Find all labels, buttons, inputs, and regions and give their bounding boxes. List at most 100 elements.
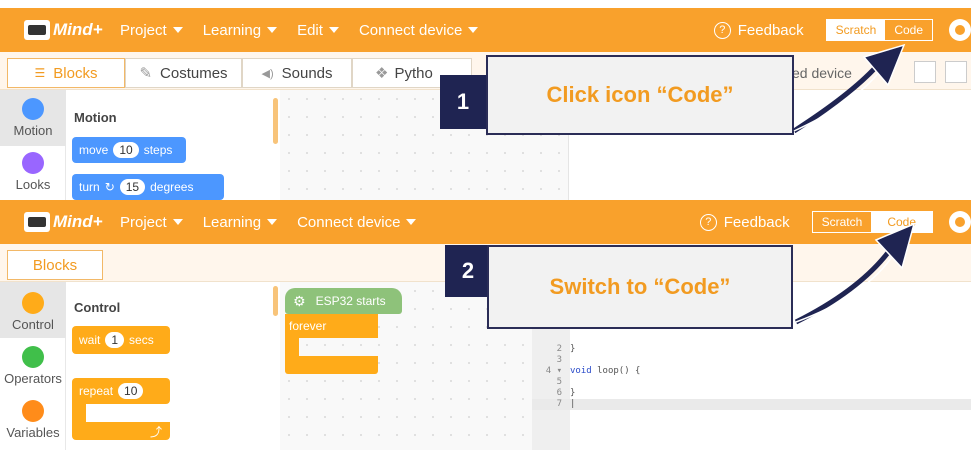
menu-project[interactable]: Project	[120, 214, 183, 231]
tab-sounds-label: Sounds	[281, 64, 333, 82]
caret-down-icon	[267, 219, 278, 225]
block-text: degrees	[150, 180, 194, 194]
category-list: Control Operators Variables	[0, 282, 66, 450]
category-motion[interactable]: Motion	[0, 90, 66, 146]
code-line-current: 7 |	[532, 399, 971, 410]
code-text: loop() {	[591, 366, 641, 376]
category-list: Motion Looks	[0, 90, 66, 200]
code-mode-button[interactable]: Code	[885, 20, 932, 40]
menu-edit[interactable]: Edit	[297, 22, 339, 39]
pointer-arrow-icon	[792, 43, 906, 134]
caret-down-icon	[267, 27, 278, 33]
wait-secs-block[interactable]: wait 1 secs	[72, 326, 170, 354]
code-editor[interactable]: 2} 3 4 ▾ void loop() { 5 6} 7 |	[532, 328, 971, 450]
menu-connect-device[interactable]: Connect device	[297, 213, 417, 231]
brand-name: Mind+	[53, 20, 103, 39]
caret-down-icon	[468, 27, 479, 33]
fullscreen-button[interactable]	[945, 61, 967, 83]
code-line: 6}	[532, 388, 971, 399]
menu-connect-label: Connect device	[297, 213, 401, 231]
mode-toggle: Scratch Code	[825, 19, 933, 41]
block-text: wait	[79, 333, 101, 347]
chip-icon: ⚙	[293, 292, 306, 309]
help-icon: ?	[713, 21, 731, 39]
caret-down-icon	[172, 219, 183, 225]
steps-input[interactable]: 10	[113, 142, 139, 158]
menu-learning-label: Learning	[202, 21, 262, 39]
caret-down-icon	[328, 27, 339, 33]
category-control-label: Control	[12, 317, 54, 332]
line-number: 6	[556, 388, 562, 398]
category-operators-label: Operators	[4, 371, 62, 386]
main-menu: Project Learning Edit Connect device	[120, 22, 498, 39]
move-steps-block[interactable]: move 10 steps	[72, 137, 186, 163]
menu-connect-label: Connect device	[358, 21, 463, 39]
brush-icon: ✎	[139, 65, 153, 82]
repeat-block-footer: ⤴	[72, 422, 170, 440]
category-looks-label: Looks	[15, 177, 51, 192]
block-text: secs	[129, 333, 154, 347]
category-looks[interactable]: Looks	[0, 152, 66, 200]
menu-edit-label: Edit	[297, 21, 323, 39]
tab-sounds[interactable]: ◀) Sounds	[242, 58, 352, 88]
caret-down-icon	[172, 27, 183, 33]
turn-degrees-block[interactable]: turn ↻ 15 degrees	[72, 174, 224, 200]
tab-blocks[interactable]: Blocks	[7, 250, 103, 280]
block-palette: Motion move 10 steps turn ↻ 15 degrees	[66, 90, 280, 200]
category-motion-label: Motion	[13, 123, 53, 138]
esp32-start-hat-block[interactable]: ⚙ ESP32 starts	[285, 288, 402, 314]
category-operators[interactable]: Operators	[0, 346, 66, 396]
forever-block-footer	[285, 356, 378, 374]
menu-project-label: Project	[120, 213, 167, 231]
repeat-count-input[interactable]: 10	[118, 383, 144, 399]
forever-block[interactable]: forever	[285, 314, 378, 338]
code-keyword: void	[570, 366, 592, 376]
forever-block-arm	[285, 338, 299, 356]
degrees-input[interactable]: 15	[119, 179, 146, 195]
help-icon: ?	[699, 213, 717, 231]
forever-block-label: forever	[289, 319, 327, 333]
repeat-block-arm	[72, 404, 86, 422]
gear-icon[interactable]	[949, 211, 971, 233]
control-dot-icon	[22, 292, 44, 314]
palette-scrollbar[interactable]	[273, 98, 278, 144]
menu-learning[interactable]: Learning	[203, 214, 278, 231]
tab-costumes[interactable]: ✎ Costumes	[125, 58, 242, 88]
feedback-label: Feedback	[737, 21, 804, 39]
palette-title: Motion	[74, 110, 117, 125]
python-icon: ❖	[375, 65, 389, 82]
scratch-mode-button[interactable]: Scratch	[826, 20, 886, 40]
mindplus-logo[interactable]: Mind+	[24, 212, 120, 232]
menu-connect-device[interactable]: Connect device	[358, 21, 479, 39]
operators-dot-icon	[22, 346, 44, 368]
instruction-callout: Click icon “Code”	[486, 55, 794, 135]
caret-down-icon	[406, 219, 417, 225]
feedback-label: Feedback	[723, 213, 790, 231]
category-variables[interactable]: Variables	[0, 400, 66, 450]
block-palette: Control wait 1 secs repeat 10 ⤴	[66, 282, 280, 450]
mindplus-logo[interactable]: Mind+	[24, 20, 120, 40]
looks-dot-icon	[22, 152, 44, 174]
feedback-button[interactable]: ? Feedback	[699, 213, 790, 231]
code-line: 3	[532, 355, 971, 366]
menu-project[interactable]: Project	[120, 22, 183, 39]
category-variables-label: Variables	[6, 425, 60, 440]
line-number: 5	[556, 377, 562, 387]
tab-blocks[interactable]: ☰ Blocks	[7, 58, 125, 88]
block-text: repeat	[79, 384, 114, 398]
secs-input[interactable]: 1	[105, 332, 125, 348]
feedback-button[interactable]: ? Feedback	[713, 21, 804, 39]
line-number: 3	[556, 355, 562, 365]
hat-block-label: ESP32 starts	[315, 294, 386, 308]
loop-arrow-icon: ⤴	[149, 425, 162, 439]
code-line: 5	[532, 377, 971, 388]
gear-icon[interactable]	[949, 19, 971, 41]
repeat-block[interactable]: repeat 10	[72, 378, 170, 404]
screenshot-step-1: Mind+ Project Learning Edit Connect devi…	[0, 0, 971, 200]
palette-scrollbar[interactable]	[273, 286, 278, 316]
tab-python-label: Pytho	[394, 64, 433, 82]
category-control[interactable]: Control	[0, 282, 66, 338]
menu-learning[interactable]: Learning	[202, 21, 278, 39]
code-text: }	[570, 388, 576, 398]
variables-dot-icon	[22, 400, 44, 422]
